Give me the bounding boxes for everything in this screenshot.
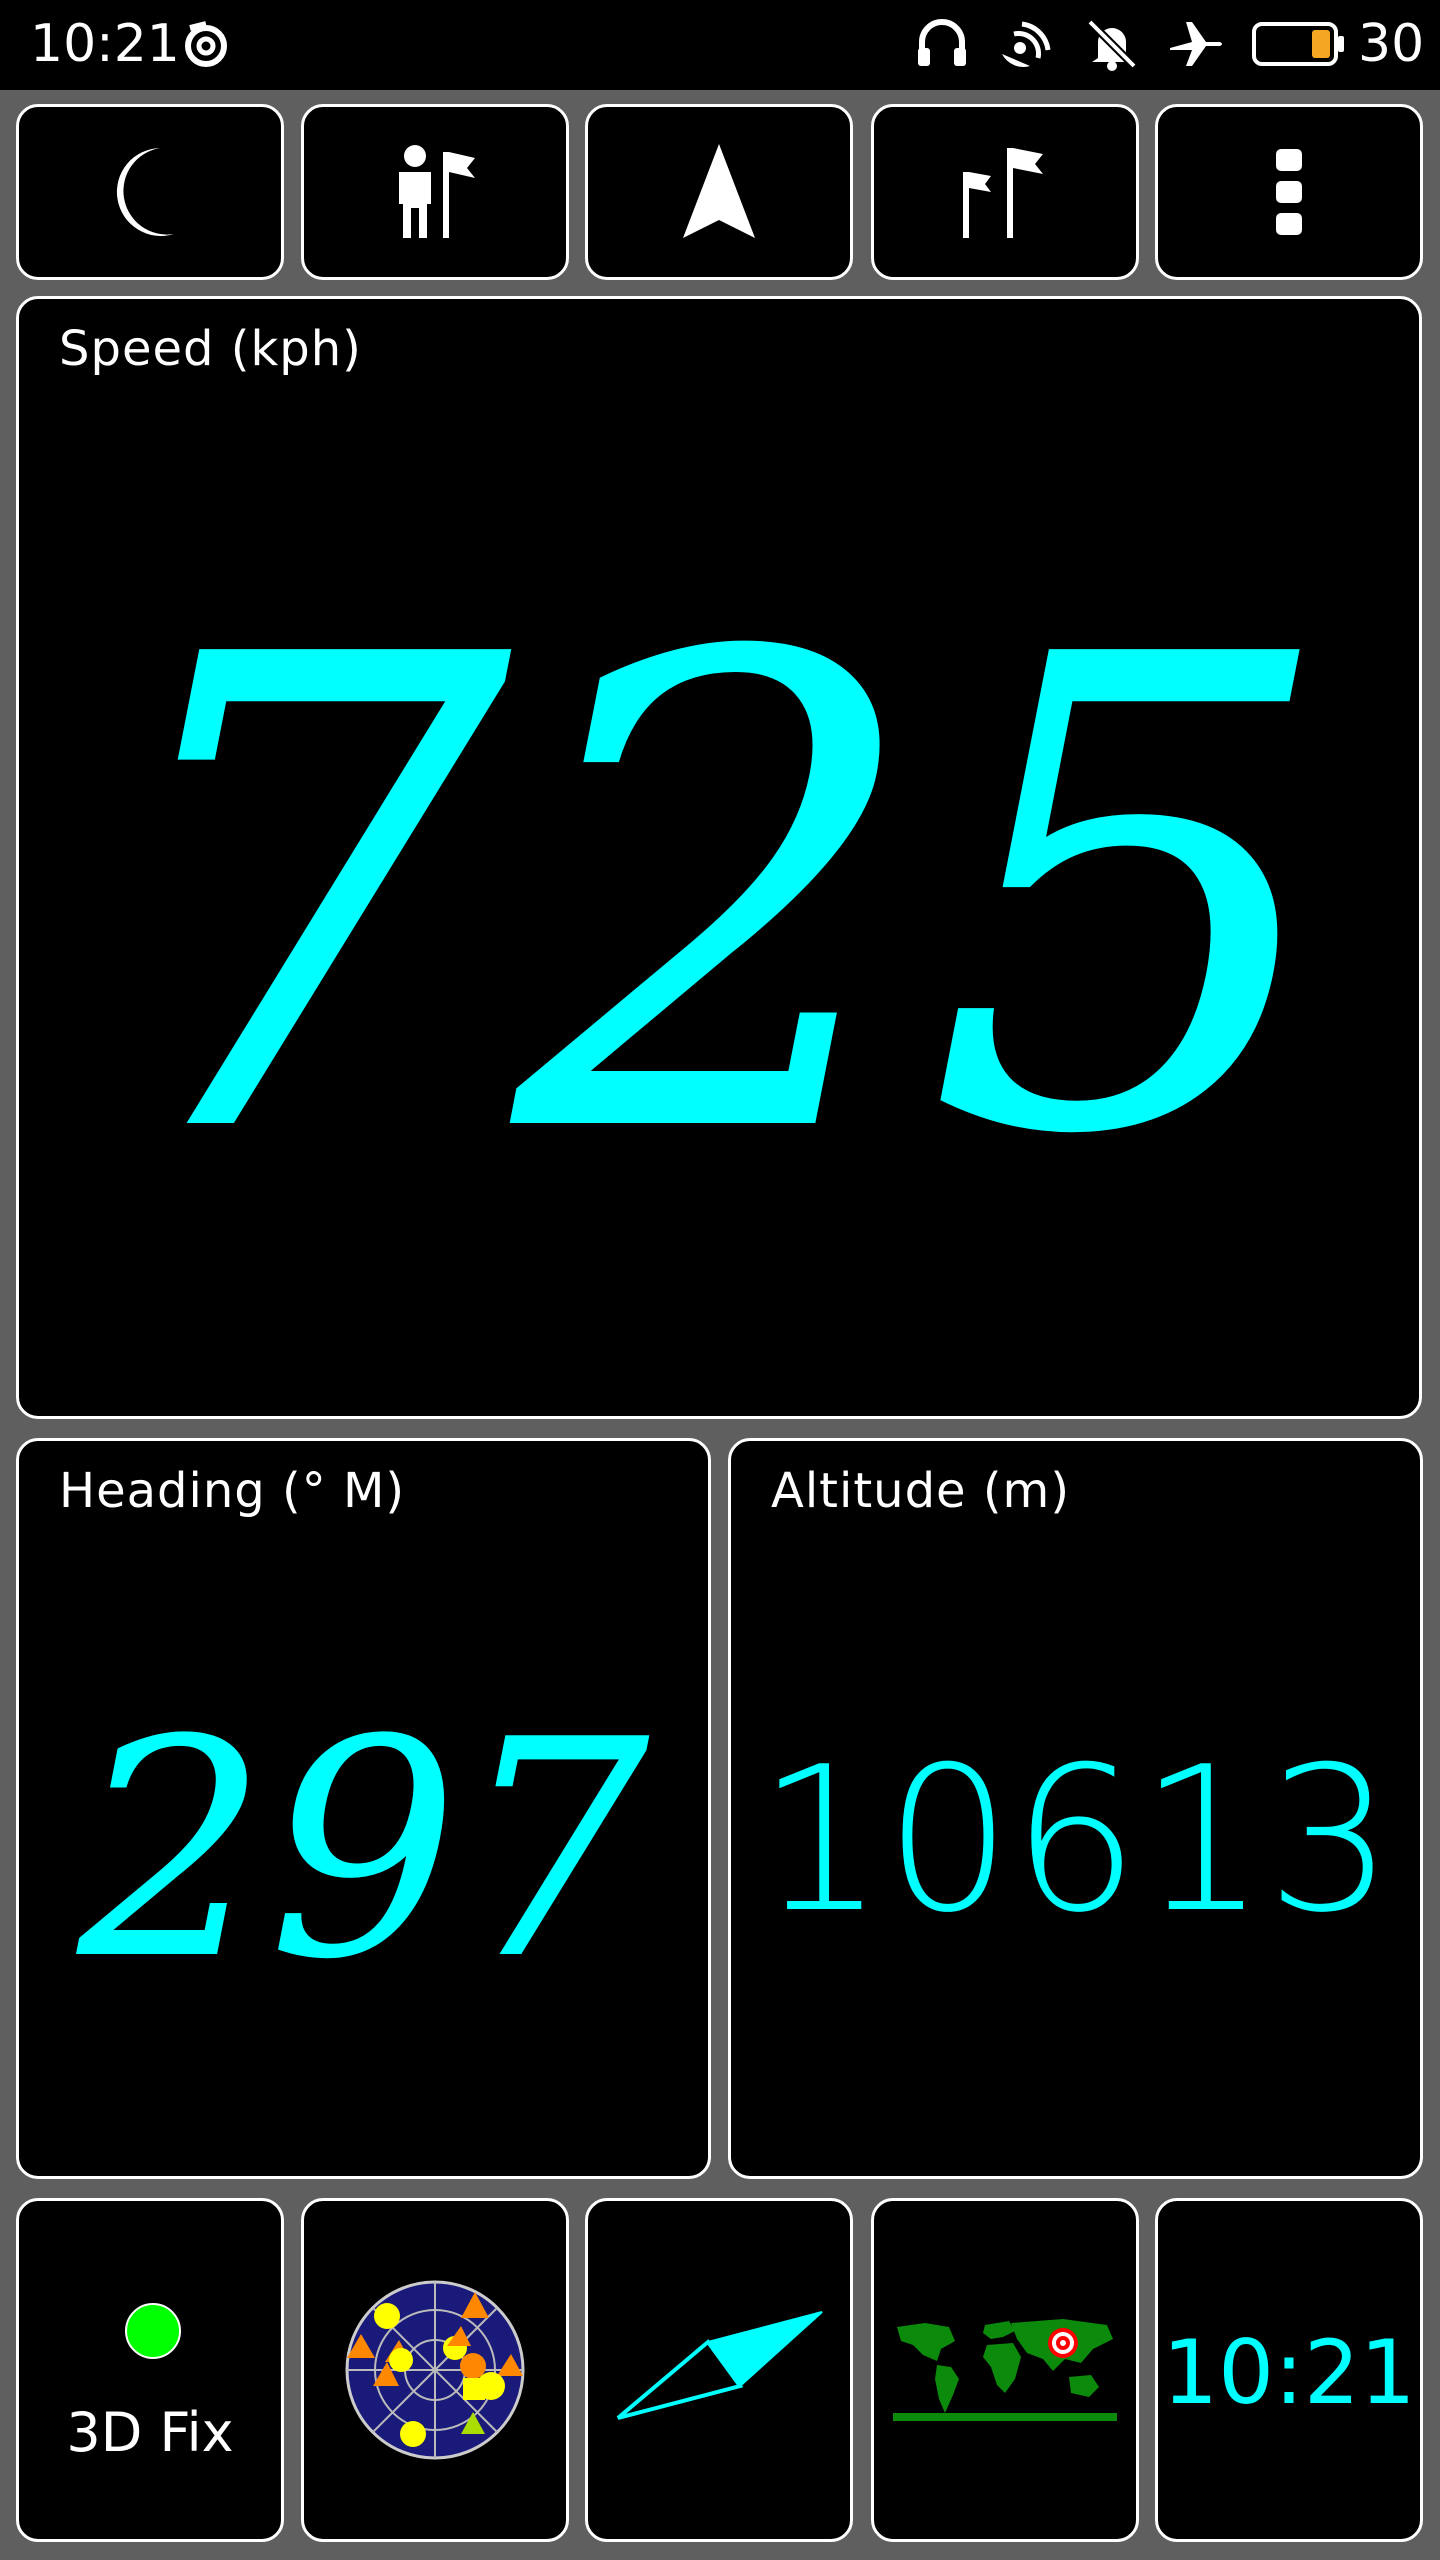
fix-status-text: 3D Fix: [66, 2401, 234, 2464]
satellite-radar-icon: [345, 2280, 525, 2460]
speed-label: Speed (kph): [59, 321, 362, 377]
navigation-arrow-icon: [683, 144, 755, 238]
world-map-button[interactable]: [871, 2198, 1139, 2542]
clock-button[interactable]: 10:21: [1155, 2198, 1423, 2542]
status-bar: 10:21 30: [0, 0, 1440, 90]
heading-value: 297: [77, 1676, 650, 2025]
status-time: 10:21: [30, 14, 180, 74]
silent-bell-icon: [1087, 19, 1137, 71]
navigation-button[interactable]: [585, 104, 853, 280]
app-spiral-icon: [185, 21, 227, 67]
more-vertical-icon: [1276, 149, 1302, 235]
fix-indicator-icon: [125, 2303, 181, 2359]
altitude-panel[interactable]: Altitude (m) 10613: [728, 1438, 1423, 2179]
speed-panel[interactable]: Speed (kph) 725: [16, 296, 1422, 1419]
headphones-icon: [918, 19, 966, 66]
heading-label: Heading (° M): [59, 1463, 406, 1519]
compass-button[interactable]: [585, 2198, 853, 2542]
altitude-label: Altitude (m): [771, 1463, 1071, 1519]
person-flag-icon: [399, 145, 475, 238]
heading-panel[interactable]: Heading (° M) 297: [16, 1438, 711, 2179]
airplane-mode-icon: [1170, 22, 1222, 66]
route-flags-button[interactable]: [871, 104, 1139, 280]
altitude-value: 10613: [757, 1724, 1394, 1957]
speed-value: 725: [98, 521, 1340, 1277]
moon-icon: [116, 148, 174, 236]
more-options-button[interactable]: [1155, 104, 1423, 280]
night-mode-button[interactable]: [16, 104, 284, 280]
waypoint-person-button[interactable]: [301, 104, 569, 280]
satellite-sky-button[interactable]: [301, 2198, 569, 2542]
battery-level: 30: [1358, 14, 1425, 74]
hotspot-icon: [1002, 21, 1051, 67]
world-map-icon: [893, 2319, 1117, 2421]
compass-needle-icon: [616, 2311, 823, 2420]
battery-icon: [1252, 22, 1344, 66]
clock-text: 10:21: [1162, 2321, 1416, 2424]
double-flag-icon: [963, 148, 1043, 238]
gps-fix-button[interactable]: 3D Fix: [16, 2198, 284, 2542]
